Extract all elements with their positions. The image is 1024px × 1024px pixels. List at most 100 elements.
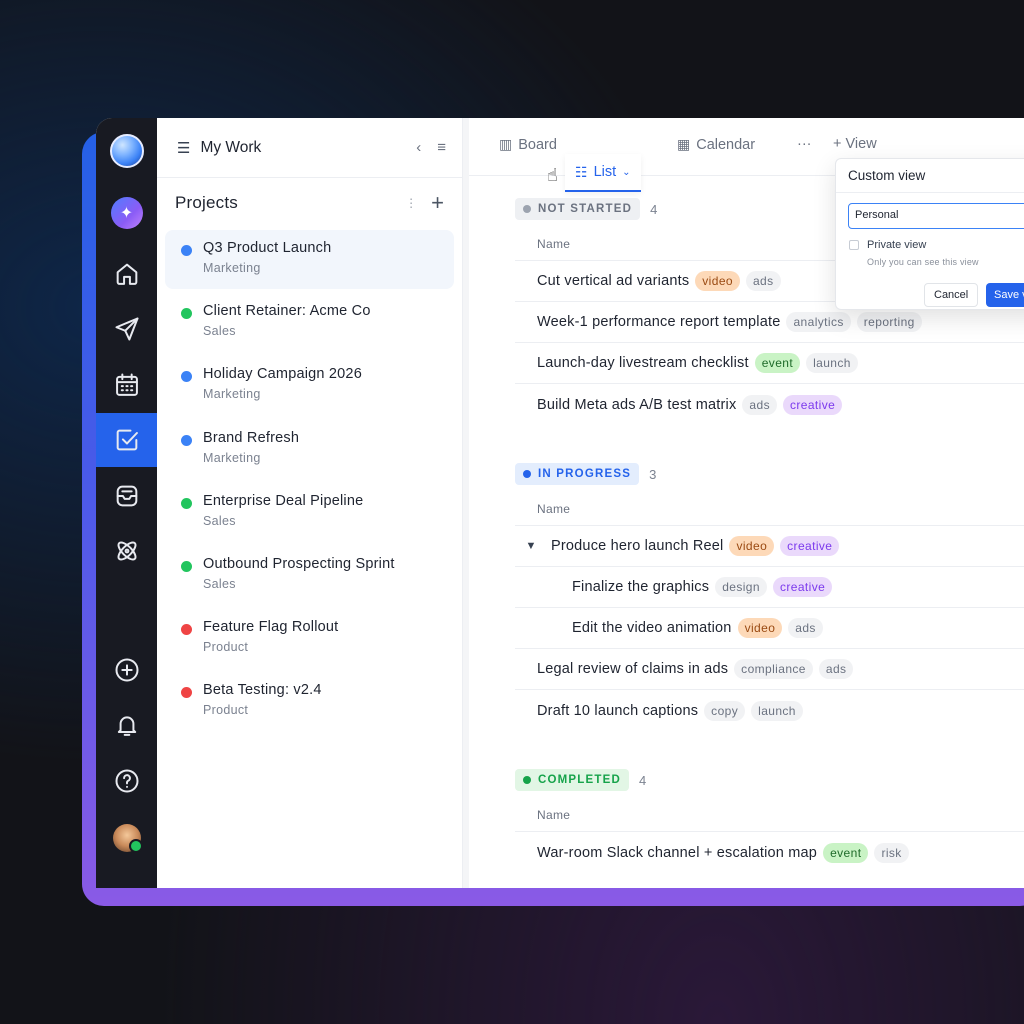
nav-create[interactable] [96, 643, 157, 697]
tag[interactable]: design [715, 577, 767, 597]
project-color-dot [181, 371, 192, 383]
calendar-icon [115, 373, 138, 396]
tag[interactable]: launch [806, 353, 858, 373]
task-row[interactable]: Draft 10 launch captions copy launch [515, 690, 1024, 731]
project-item[interactable]: Brand Refresh Marketing [165, 420, 454, 479]
project-color-dot [181, 497, 192, 509]
private-view-checkbox[interactable]: Private view [849, 239, 926, 251]
tag[interactable]: video [695, 271, 740, 291]
tab-board-label: Board [518, 136, 557, 153]
tag[interactable]: video [729, 536, 775, 556]
status-badge: NOT STARTED [515, 198, 641, 220]
tab-board[interactable]: ▥ Board [499, 136, 557, 153]
tag[interactable]: ads [742, 394, 777, 415]
project-item[interactable]: Holiday Campaign 2026 Marketing [165, 356, 454, 415]
project-team: Marketing [203, 387, 261, 402]
task-name: Build Meta ads A/B test matrix [537, 396, 737, 413]
tag[interactable]: ads [788, 618, 823, 638]
status-label: NOT STARTED [538, 203, 633, 215]
tag[interactable]: ads [818, 659, 854, 679]
tag[interactable]: reporting [856, 312, 922, 332]
user-menu-button[interactable] [96, 811, 157, 865]
task-row[interactable]: Legal review of claims in ads compliance a… [515, 649, 1024, 690]
more-options-icon[interactable]: ⋮ [405, 196, 417, 210]
task-row[interactable]: Launch-day livestream checklist event laun… [515, 343, 1024, 384]
nav-home[interactable] [96, 247, 157, 301]
project-item[interactable]: Q3 Product Launch Marketing [165, 230, 454, 289]
project-color-dot [181, 434, 192, 446]
tag[interactable]: creative [772, 577, 833, 597]
calendar-small-icon: ▦ [677, 136, 691, 152]
app-logo-button[interactable] [96, 124, 157, 178]
filter-icon[interactable]: ≡ [437, 139, 446, 156]
project-item[interactable]: Feature Flag Rollout Product [165, 609, 454, 668]
project-team: Product [203, 703, 249, 718]
status-dot [523, 205, 531, 213]
tab-more[interactable]: ··· [797, 136, 812, 152]
nav-send[interactable] [96, 302, 157, 356]
column-header-name[interactable]: Name [515, 808, 1024, 832]
column-header-name[interactable]: Name [515, 502, 1024, 526]
hand-cursor-icon: ☝ [547, 165, 558, 185]
project-item[interactable]: Beta Testing: v2.4 Product [165, 672, 454, 731]
task-row[interactable]: Build Meta ads A/B test matrix ads creativ… [515, 384, 1024, 425]
save-view-button[interactable]: Save vi [986, 283, 1024, 307]
tag[interactable]: creative [780, 536, 840, 556]
project-item[interactable]: Outbound Prospecting Sprint Sales [165, 546, 454, 605]
task-name: Draft 10 launch captions [537, 702, 699, 719]
project-color-dot [181, 560, 192, 572]
tag[interactable]: event [823, 842, 869, 863]
nav-tasks[interactable] [96, 413, 157, 467]
panel-title: My Work [200, 138, 262, 156]
add-view-button[interactable]: + View [833, 136, 877, 152]
tag[interactable]: video [737, 618, 783, 638]
tag[interactable]: analytics [786, 312, 851, 332]
main-content: ▥ Board ▦ Calendar ··· + View ☷ List ⌄ ☝… [463, 118, 1024, 888]
nav-calendar[interactable] [96, 358, 157, 412]
group-header[interactable]: COMPLETED 4 [515, 769, 1024, 791]
status-badge: COMPLETED [515, 769, 629, 791]
project-team: Sales [203, 513, 236, 528]
cancel-button[interactable]: Cancel [924, 283, 979, 307]
tag[interactable]: event [754, 353, 801, 373]
project-name: Outbound Prospecting Sprint [203, 555, 395, 572]
project-item[interactable]: Enterprise Deal Pipeline Sales [165, 483, 454, 542]
projects-heading: Projects [175, 193, 239, 212]
user-avatar [112, 824, 143, 853]
collapse-chevron-icon[interactable]: ‹ [416, 139, 421, 156]
task-row[interactable]: Finalize the graphics design creative [515, 567, 1024, 608]
tag[interactable]: launch [751, 700, 803, 721]
task-row[interactable]: War-room Slack channel + escalation map e… [515, 832, 1024, 873]
task-row[interactable]: ▼ Produce hero launch Reel video creative [515, 526, 1024, 567]
nav-help[interactable] [96, 754, 157, 808]
ai-assistant-button[interactable]: ✦ [96, 186, 157, 240]
task-row[interactable]: Edit the video animation video ads [515, 608, 1024, 649]
projects-panel: ☰ My Work ‹ ≡ Projects ⋮ + Q3 Product La… [157, 118, 463, 888]
tag[interactable]: risk [874, 842, 909, 863]
nav-inbox[interactable] [96, 469, 157, 523]
tab-calendar[interactable]: ▦ Calendar [677, 136, 755, 153]
group-header[interactable]: IN PROGRESS 3 [515, 463, 1024, 485]
project-item[interactable]: Client Retainer: Acme Co Sales [165, 293, 454, 352]
tab-list[interactable]: ☷ List ⌄ [565, 154, 641, 192]
tab-list-label: List [593, 164, 617, 180]
task-name: War-room Slack channel + escalation map [537, 844, 818, 861]
tag[interactable]: ads [745, 271, 781, 291]
nav-integrations[interactable] [96, 524, 157, 578]
nav-notifications[interactable] [96, 698, 157, 752]
collapse-caret-icon[interactable]: ▼ [523, 540, 539, 552]
group-count: 4 [639, 772, 647, 788]
project-team: Marketing [203, 450, 261, 465]
project-name: Enterprise Deal Pipeline [203, 492, 364, 509]
tag[interactable]: creative [782, 394, 843, 415]
list-icon: ☰ [177, 139, 191, 157]
tag[interactable]: compliance [734, 659, 813, 679]
icon-rail: ✦ [96, 118, 157, 888]
add-project-button[interactable]: + [431, 190, 444, 216]
project-name: Client Retainer: Acme Co [203, 303, 371, 320]
group-completed: COMPLETED 4 Name War-room Slack channel + e… [515, 769, 1024, 873]
task-name: Launch-day livestream checklist [537, 355, 749, 371]
status-badge: IN PROGRESS [515, 463, 640, 485]
view-name-input[interactable]: Personal [848, 203, 1024, 229]
tag[interactable]: copy [704, 700, 746, 721]
